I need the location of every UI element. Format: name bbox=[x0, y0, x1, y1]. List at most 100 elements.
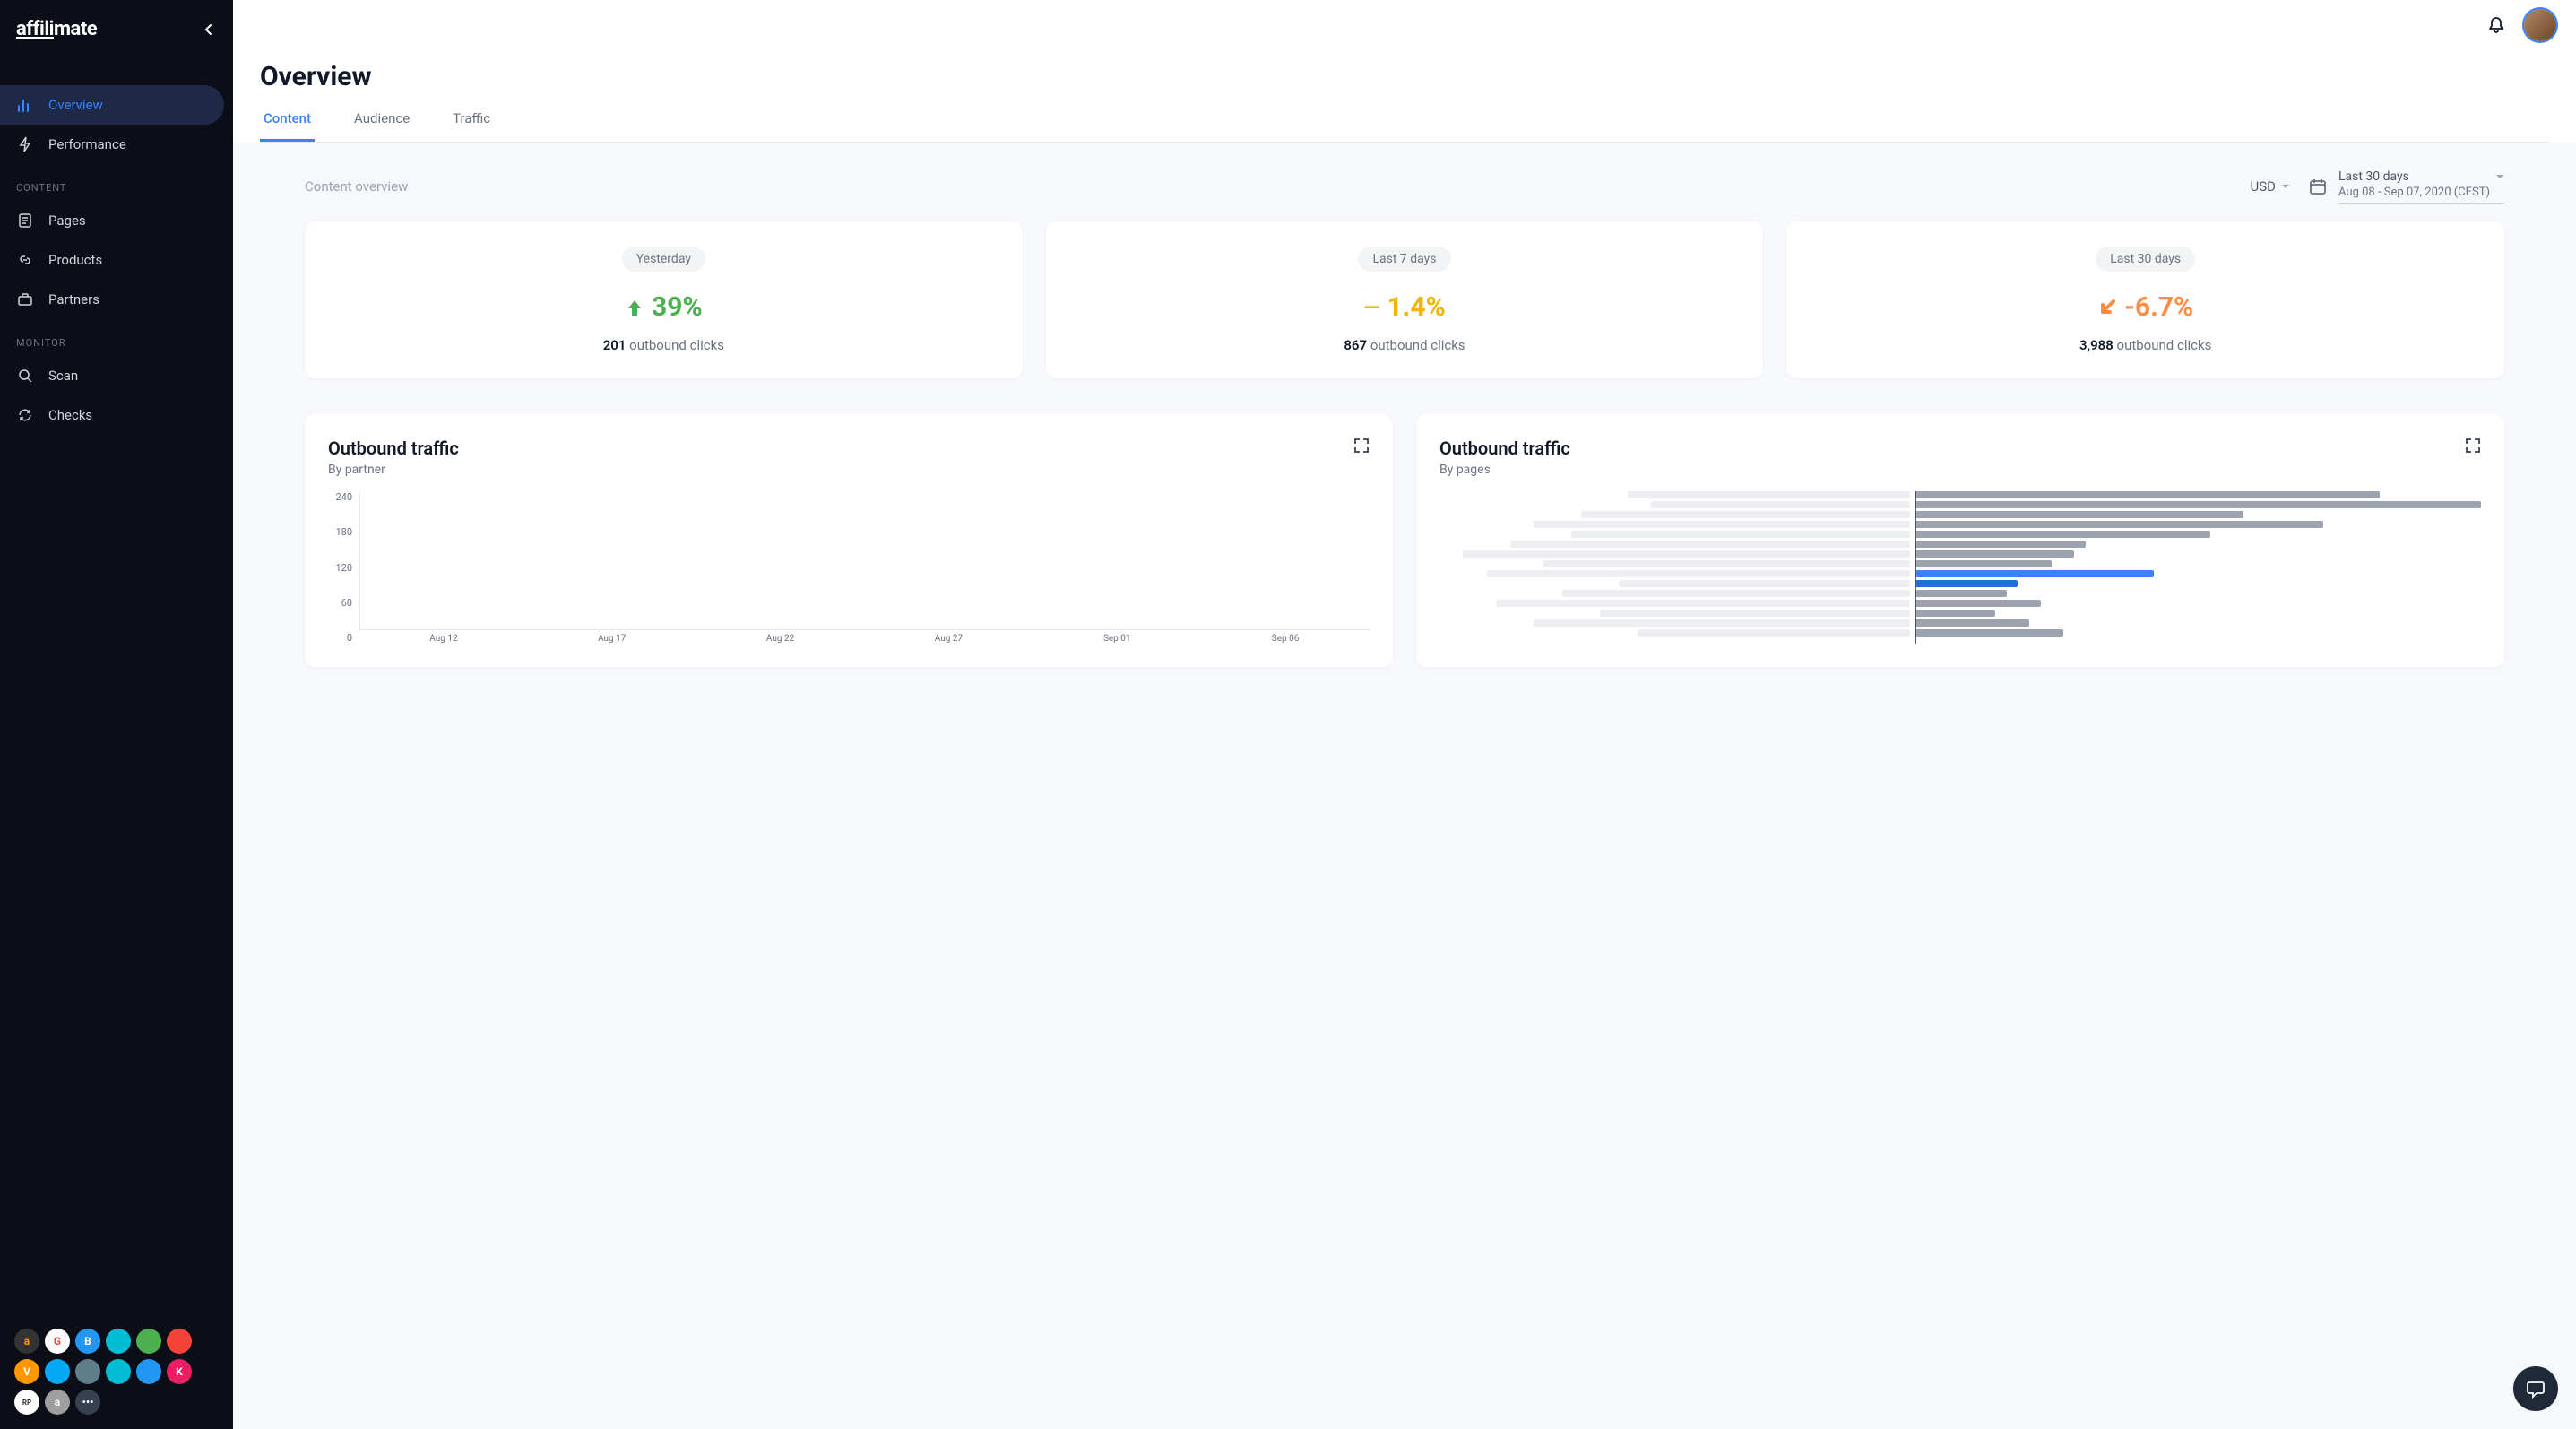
caret-down-icon bbox=[2495, 174, 2504, 179]
stat-card-30days: Last 30 days -6.7% 3,988 outbound clicks bbox=[1786, 221, 2504, 378]
chart-card-by-partner: Outbound traffic By partner 240180120600… bbox=[305, 414, 1393, 667]
sidebar: affilimate Overview Performance CONTENT … bbox=[0, 0, 233, 1429]
sidebar-footer: a G B V K RP a ••• bbox=[0, 1314, 233, 1429]
page-header: Overview Content Audience Traffic bbox=[233, 50, 2576, 143]
calendar-icon bbox=[2308, 177, 2328, 196]
refresh-icon bbox=[16, 406, 34, 424]
chart-subtitle: By partner bbox=[328, 463, 459, 477]
tab-audience[interactable]: Audience bbox=[350, 98, 413, 142]
partner-icon[interactable] bbox=[45, 1359, 70, 1384]
partner-icon[interactable] bbox=[106, 1329, 131, 1354]
caret-down-icon bbox=[2281, 184, 2290, 189]
stat-desc-text: outbound clicks bbox=[2117, 337, 2212, 353]
partner-icon[interactable] bbox=[167, 1329, 192, 1354]
sidebar-nav: Overview Performance CONTENT Pages Produ… bbox=[0, 58, 233, 1314]
nav-item-performance[interactable]: Performance bbox=[0, 125, 224, 164]
expand-chart-button[interactable] bbox=[2465, 437, 2481, 477]
partner-icon[interactable]: V bbox=[14, 1359, 39, 1384]
stat-pct: 39% bbox=[652, 291, 703, 323]
nav-item-checks[interactable]: Checks bbox=[0, 395, 224, 435]
date-range-select[interactable]: Last 30 days bbox=[2338, 169, 2504, 184]
expand-chart-button[interactable] bbox=[1353, 437, 1370, 477]
arrow-up-icon bbox=[625, 298, 644, 317]
stat-value: — 1.4% bbox=[1071, 291, 1739, 323]
link-icon bbox=[16, 251, 34, 269]
nav-label: Pages bbox=[48, 212, 86, 229]
logo-part2: mate bbox=[54, 18, 97, 40]
nav-item-overview[interactable]: Overview bbox=[0, 85, 224, 125]
nav-item-pages[interactable]: Pages bbox=[0, 201, 224, 240]
sidebar-header: affilimate bbox=[0, 0, 233, 58]
nav-label: Products bbox=[48, 252, 102, 268]
user-avatar[interactable] bbox=[2522, 7, 2558, 43]
expand-icon bbox=[1353, 437, 1370, 454]
partner-icon[interactable]: a bbox=[45, 1390, 70, 1415]
partner-icon[interactable]: a bbox=[14, 1329, 39, 1354]
chat-support-button[interactable] bbox=[2513, 1366, 2558, 1411]
nav-section-content: CONTENT bbox=[0, 173, 233, 201]
arrow-down-left-icon bbox=[2097, 298, 2117, 317]
hbar-chart bbox=[1439, 491, 2481, 644]
stat-desc: 3,988 outbound clicks bbox=[1811, 337, 2479, 353]
stat-count: 3,988 bbox=[2079, 337, 2114, 353]
content-area: Content overview USD Last 30 days bbox=[233, 143, 2576, 1429]
date-subtext: Aug 08 - Sep 07, 2020 (CEST) bbox=[2338, 186, 2504, 199]
nav-item-partners[interactable]: Partners bbox=[0, 280, 224, 319]
nav-item-scan[interactable]: Scan bbox=[0, 356, 224, 395]
collapse-sidebar-button[interactable] bbox=[199, 21, 217, 39]
partner-icon[interactable]: G bbox=[45, 1329, 70, 1354]
notifications-button[interactable] bbox=[2486, 15, 2506, 35]
nav-label: Scan bbox=[48, 368, 78, 384]
stat-desc-text: outbound clicks bbox=[1370, 337, 1465, 353]
x-axis: Aug 12Aug 17Aug 22Aug 27Sep 01Sep 06 bbox=[359, 630, 1370, 644]
stat-pct: 1.4% bbox=[1387, 291, 1445, 323]
tab-traffic[interactable]: Traffic bbox=[449, 98, 494, 142]
date-range-value: Last 30 days bbox=[2338, 169, 2409, 184]
partner-icon[interactable] bbox=[75, 1359, 100, 1384]
stat-badge: Last 30 days bbox=[2096, 247, 2195, 272]
nav-label: Partners bbox=[48, 291, 99, 307]
briefcase-icon bbox=[16, 290, 34, 308]
partner-icon[interactable] bbox=[106, 1359, 131, 1384]
nav-section-monitor: MONITOR bbox=[0, 328, 233, 356]
stat-pct: -6.7% bbox=[2124, 291, 2193, 323]
more-partners-button[interactable]: ••• bbox=[75, 1390, 100, 1415]
main-content: Overview Content Audience Traffic Conten… bbox=[233, 0, 2576, 1429]
nav-label: Performance bbox=[48, 136, 126, 152]
right-controls: USD Last 30 days Aug 08 - Sep 07, 2020 (… bbox=[2251, 169, 2504, 204]
partner-icon[interactable]: K bbox=[167, 1359, 192, 1384]
section-label: Content overview bbox=[305, 178, 408, 195]
logo-part1: affili bbox=[16, 18, 54, 40]
date-picker[interactable]: Last 30 days Aug 08 - Sep 07, 2020 (CEST… bbox=[2308, 169, 2504, 204]
stat-count: 867 bbox=[1344, 337, 1367, 353]
logo: affilimate bbox=[16, 18, 97, 40]
chevron-left-icon bbox=[203, 23, 212, 36]
document-icon bbox=[16, 212, 34, 230]
tabs: Content Audience Traffic bbox=[260, 98, 2549, 143]
nav-item-products[interactable]: Products bbox=[0, 240, 224, 280]
bars-area bbox=[359, 491, 1370, 630]
partner-icon[interactable] bbox=[136, 1329, 161, 1354]
topbar bbox=[233, 0, 2576, 50]
currency-value: USD bbox=[2251, 178, 2276, 195]
stat-desc-text: outbound clicks bbox=[629, 337, 724, 353]
minus-icon: — bbox=[1363, 295, 1379, 320]
partner-icon[interactable]: B bbox=[75, 1329, 100, 1354]
search-icon bbox=[16, 367, 34, 385]
controls-row: Content overview USD Last 30 days bbox=[305, 169, 2504, 204]
partner-icon[interactable]: RP bbox=[14, 1390, 39, 1415]
currency-select[interactable]: USD bbox=[2251, 178, 2290, 195]
partner-icon[interactable] bbox=[136, 1359, 161, 1384]
nav-label: Checks bbox=[48, 407, 92, 423]
chart-title: Outbound traffic bbox=[328, 437, 459, 459]
stat-count: 201 bbox=[603, 337, 627, 353]
tab-content[interactable]: Content bbox=[260, 98, 315, 142]
hbar-values bbox=[1915, 491, 2481, 644]
y-axis: 240180120600 bbox=[328, 491, 359, 644]
hbar-labels bbox=[1439, 491, 1915, 644]
partner-network-icons: a G B V K RP a ••• bbox=[14, 1329, 219, 1415]
stat-badge: Last 7 days bbox=[1358, 247, 1450, 272]
expand-icon bbox=[2465, 437, 2481, 454]
stat-value: -6.7% bbox=[1811, 291, 2479, 323]
bell-icon bbox=[2486, 15, 2506, 35]
